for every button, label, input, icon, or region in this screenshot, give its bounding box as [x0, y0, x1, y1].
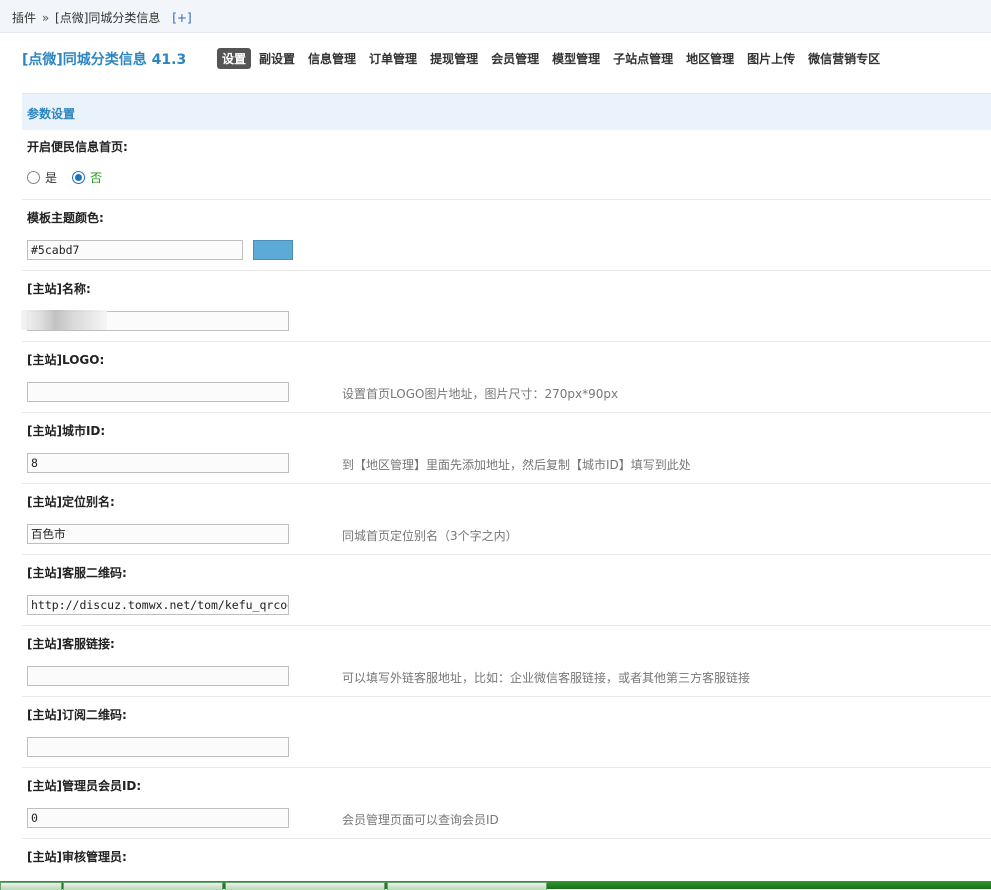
field-label: [主站]管理员会员ID:	[27, 779, 142, 793]
city-id-input[interactable]: 8	[27, 453, 289, 473]
redacted-blur	[21, 310, 107, 330]
row-open-home: 开启便民信息首页: 是 否	[22, 129, 991, 200]
radio-no-label[interactable]: 否	[90, 169, 102, 186]
field-hint: 到【地区管理】里面先添加地址，然后复制【城市ID】填写到此处	[342, 458, 691, 472]
row-site-name: [主站]名称:	[21, 271, 991, 342]
radio-yes-label[interactable]: 是	[45, 169, 57, 186]
field-label: [主站]客服二维码:	[27, 566, 127, 580]
field-label: [主站]LOGO:	[27, 353, 105, 367]
breadcrumb-root[interactable]: 插件	[12, 11, 36, 25]
open-home-radio-group: 是 否	[27, 169, 117, 186]
breadcrumb: 插件 » [点微]同城分类信息 [+]	[12, 9, 192, 26]
nav-image-upload[interactable]: 图片上传	[742, 48, 800, 69]
row-service-qrcode: [主站]客服二维码: http://discuz.tomwx.net/tom/k…	[22, 555, 991, 626]
nav-settings[interactable]: 设置	[217, 48, 252, 69]
admin-uid-input[interactable]: 0	[27, 808, 289, 828]
nav-substation-manage[interactable]: 子站点管理	[608, 48, 678, 69]
nav-wechat-marketing[interactable]: 微信营销专区	[803, 48, 885, 69]
field-label: [主站]名称:	[27, 282, 91, 296]
service-qrcode-input[interactable]: http://discuz.tomwx.net/tom/kefu_qrcode	[27, 595, 289, 615]
nav-region-manage[interactable]: 地区管理	[681, 48, 739, 69]
field-label: [主站]订阅二维码:	[27, 708, 127, 722]
section-title: 参数设置	[27, 107, 76, 121]
row-reviewer: [主站]审核管理员:	[22, 839, 991, 881]
row-admin-uid: [主站]管理员会员ID: 0 会员管理页面可以查询会员ID	[22, 768, 991, 839]
nav-model-manage[interactable]: 模型管理	[547, 48, 605, 69]
top-bar: 插件 » [点微]同城分类信息 [+]	[0, 0, 991, 33]
radio-no[interactable]	[72, 171, 86, 184]
field-hint: 可以填写外链客服地址，比如：企业微信客服链接，或者其他第三方客服链接	[342, 671, 751, 685]
row-subscribe-qrcode: [主站]订阅二维码:	[22, 697, 991, 768]
location-alias-input[interactable]: 百色市	[27, 524, 289, 544]
logo-input[interactable]	[27, 382, 289, 402]
field-label: [主站]定位别名:	[27, 495, 115, 509]
section-header: 参数设置	[22, 93, 991, 130]
nav-order-manage[interactable]: 订单管理	[364, 48, 422, 69]
field-label: [主站]客服链接:	[27, 637, 115, 651]
nav-info-manage[interactable]: 信息管理	[303, 48, 361, 69]
field-label: 开启便民信息首页:	[27, 140, 128, 154]
radio-yes[interactable]	[27, 171, 40, 184]
subscribe-qrcode-input[interactable]	[27, 737, 289, 757]
plugin-title: [点微]同城分类信息 41.3	[22, 52, 187, 68]
breadcrumb-add-button[interactable]: [+]	[172, 11, 191, 25]
row-theme-color: 模板主题颜色: #5cabd7	[22, 200, 991, 271]
row-logo: [主站]LOGO: 设置首页LOGO图片地址，图片尺寸：270px*90px	[22, 342, 991, 413]
plugin-nav: 设置 副设置 信息管理 订单管理 提现管理 会员管理 模型管理 子站点管理 地区…	[217, 48, 888, 69]
field-hint: 会员管理页面可以查询会员ID	[342, 813, 499, 827]
theme-color-swatch[interactable]	[253, 240, 293, 260]
breadcrumb-current[interactable]: [点微]同城分类信息	[55, 11, 160, 25]
field-label: [主站]城市ID:	[27, 424, 106, 438]
field-hint: 同城首页定位别名（3个字之内）	[342, 529, 518, 543]
row-service-link: [主站]客服链接: 可以填写外链客服地址，比如：企业微信客服链接，或者其他第三方…	[22, 626, 991, 697]
row-location-alias: [主站]定位别名: 百色市 同城首页定位别名（3个字之内）	[22, 484, 991, 555]
plugin-header: [点微]同城分类信息 41.3 设置 副设置 信息管理 订单管理 提现管理 会员…	[22, 48, 991, 72]
nav-sub-settings[interactable]: 副设置	[254, 48, 300, 69]
taskbar	[0, 881, 991, 890]
service-link-input[interactable]	[27, 666, 289, 686]
field-hint: 设置首页LOGO图片地址，图片尺寸：270px*90px	[342, 387, 619, 401]
row-city-id: [主站]城市ID: 8 到【地区管理】里面先添加地址，然后复制【城市ID】填写到…	[22, 413, 991, 484]
nav-member-manage[interactable]: 会员管理	[486, 48, 544, 69]
field-label: 模板主题颜色:	[27, 211, 104, 225]
field-label: [主站]审核管理员:	[27, 850, 127, 864]
nav-withdraw-manage[interactable]: 提现管理	[425, 48, 483, 69]
theme-color-input[interactable]: #5cabd7	[27, 240, 243, 260]
breadcrumb-separator: »	[41, 11, 50, 25]
